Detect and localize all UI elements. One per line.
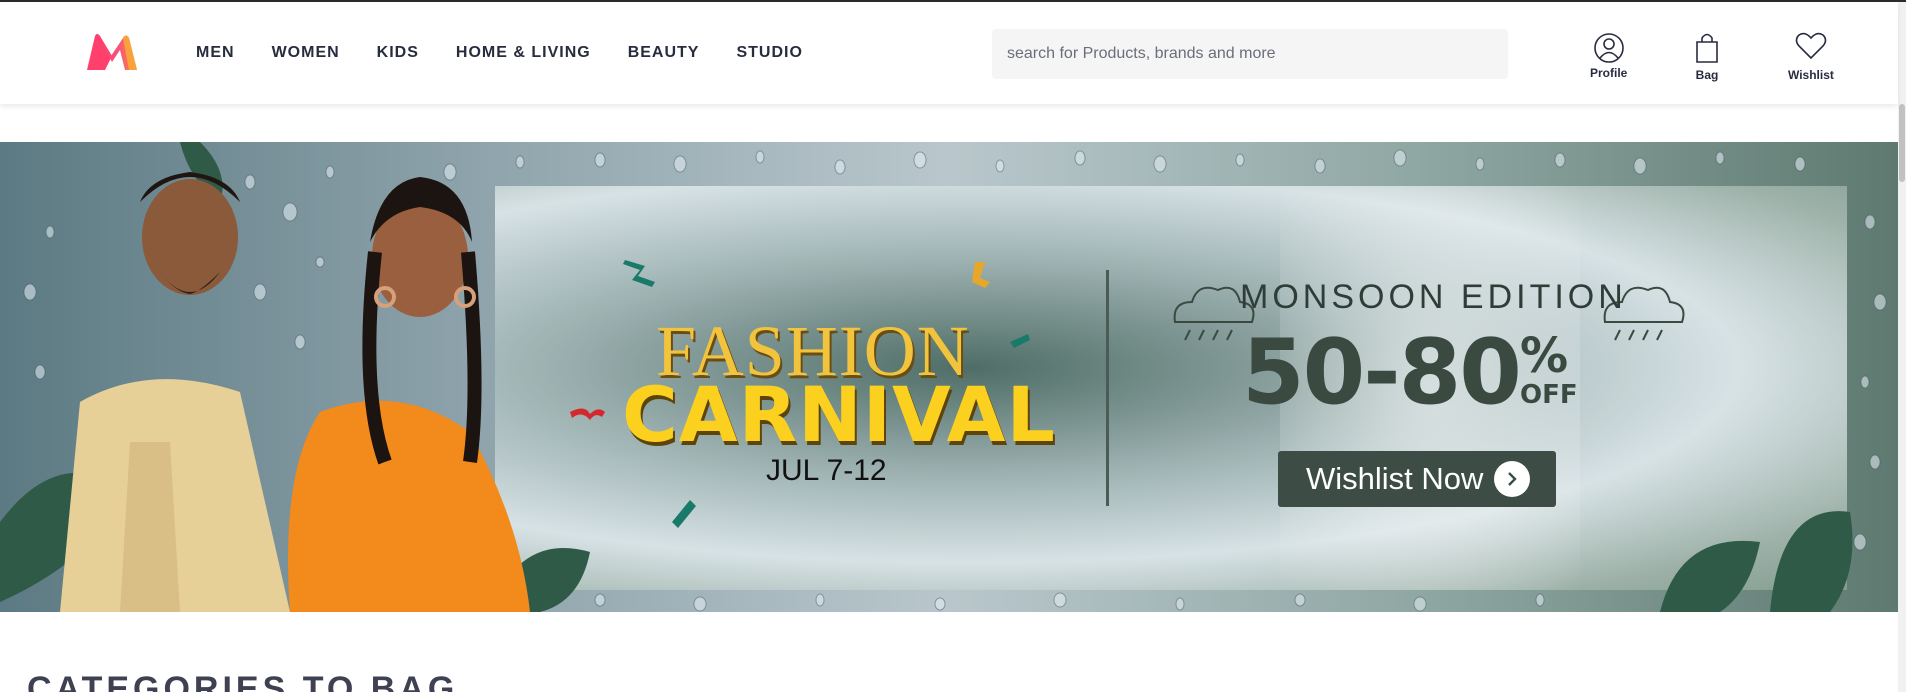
banner-divider	[1106, 270, 1109, 506]
banner-title-carnival: CARNIVAL	[622, 370, 1056, 459]
wishlist-button[interactable]: Wishlist	[1788, 32, 1834, 82]
wishlist-label: Wishlist	[1788, 68, 1834, 82]
profile-button[interactable]: Profile	[1590, 32, 1627, 80]
section-title: CATEGORIES TO BAG	[27, 670, 459, 692]
banner-edition: MONSOON EDITION	[1240, 278, 1627, 316]
nav-home-living[interactable]: HOME & LIVING	[456, 44, 591, 62]
search-box	[992, 29, 1508, 79]
nav-kids[interactable]: KIDS	[377, 44, 419, 62]
myntra-logo[interactable]	[85, 32, 139, 72]
banner-off: OFF	[1520, 380, 1578, 410]
main-nav: MEN WOMEN KIDS HOME & LIVING BEAUTY STUD…	[196, 44, 840, 62]
heart-icon	[1795, 32, 1827, 60]
nav-beauty[interactable]: BEAUTY	[628, 44, 700, 62]
profile-label: Profile	[1590, 66, 1628, 80]
wishlist-now-button[interactable]: Wishlist Now	[1278, 451, 1556, 507]
nav-men[interactable]: MEN	[196, 44, 235, 62]
user-icon	[1593, 32, 1625, 64]
bag-label: Bag	[1695, 68, 1719, 82]
nav-studio[interactable]: STUDIO	[736, 44, 802, 62]
banner-discount: 50-80	[1242, 320, 1522, 425]
wishlist-now-label: Wishlist Now	[1306, 461, 1484, 496]
bag-button[interactable]: Bag	[1694, 32, 1720, 82]
banner-percent: %	[1520, 328, 1569, 384]
site-header: MEN WOMEN KIDS HOME & LIVING BEAUTY STUD…	[0, 2, 1898, 104]
search-input[interactable]	[993, 30, 1507, 78]
hero-banner[interactable]: FASHION CARNIVAL JUL 7-12 MONSOON EDITIO…	[0, 142, 1898, 612]
nav-women[interactable]: WOMEN	[272, 44, 340, 62]
chevron-right-icon	[1494, 461, 1530, 497]
banner-dates: JUL 7-12	[766, 454, 887, 487]
scrollbar-thumb[interactable]	[1899, 104, 1905, 182]
bag-icon	[1694, 32, 1720, 64]
